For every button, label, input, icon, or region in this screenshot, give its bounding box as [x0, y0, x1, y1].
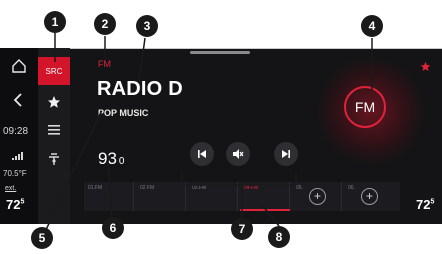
callout-leader-lines: [44, 33, 373, 233]
callout-2: 2: [94, 13, 116, 35]
callout-8: 8: [268, 226, 290, 248]
callout-7: 7: [231, 218, 253, 240]
callout-1: 1: [44, 11, 66, 33]
callout-5: 5: [31, 227, 53, 249]
callout-4: 4: [361, 15, 383, 37]
callout-6: 6: [102, 217, 124, 239]
callout-3: 3: [136, 15, 158, 37]
